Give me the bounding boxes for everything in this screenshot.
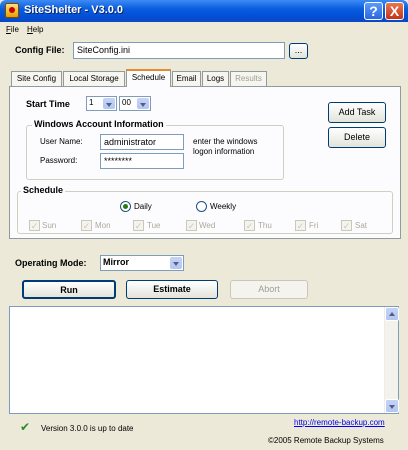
password-input[interactable]: ******** (100, 153, 184, 169)
schedule-group-legend: Schedule (21, 185, 66, 195)
add-task-button[interactable]: Add Task (328, 102, 386, 123)
day-label-sat: Sat (355, 221, 368, 230)
chevron-down-icon (170, 257, 182, 269)
weekly-label: Weekly (210, 202, 237, 211)
close-icon[interactable]: X (385, 2, 404, 20)
scroll-up-icon[interactable] (385, 307, 399, 321)
window-title: SiteShelter - V3.0.0 (24, 4, 124, 16)
password-label: Password: (40, 156, 78, 165)
tab-results[interactable]: Results (230, 71, 267, 86)
copyright: ©2005 Remote Backup Systems (268, 436, 384, 445)
tab-site-config[interactable]: Site Config (11, 71, 62, 86)
day-label-mon: Mon (95, 221, 111, 230)
chevron-down-icon (103, 98, 115, 109)
username-label: User Name: (40, 137, 83, 146)
start-hour-select[interactable]: 1 (86, 96, 117, 111)
tab-schedule[interactable]: Schedule (126, 69, 171, 87)
weekly-radio[interactable] (196, 201, 207, 212)
operating-mode-label: Operating Mode: (15, 258, 87, 268)
day-label-sun: Sun (42, 221, 57, 230)
day-checkbox-sun[interactable]: ✓ (29, 220, 40, 231)
operating-mode-select[interactable]: Mirror (100, 255, 184, 271)
day-checkbox-thu[interactable]: ✓ (244, 220, 255, 231)
menu-help[interactable]: Help (27, 25, 43, 34)
day-checkbox-sat[interactable]: ✓ (341, 220, 352, 231)
account-group-legend: Windows Account Information (32, 119, 166, 129)
start-time-label: Start Time (26, 99, 70, 109)
config-file-label: Config File: (15, 45, 65, 55)
day-label-tue: Tue (147, 221, 161, 230)
tab-email[interactable]: Email (172, 71, 201, 86)
vertical-scrollbar[interactable] (384, 307, 399, 413)
browse-button[interactable]: ... (289, 43, 308, 59)
delete-button[interactable]: Delete (328, 127, 386, 148)
operating-mode-value: Mirror (103, 257, 130, 267)
abort-button[interactable]: Abort (230, 280, 308, 299)
start-minute-select[interactable]: 00 (119, 96, 151, 111)
start-hour-value: 1 (89, 98, 94, 107)
checkmark-icon: ✔ (20, 420, 31, 434)
scroll-down-icon[interactable] (385, 399, 399, 413)
tab-logs[interactable]: Logs (202, 71, 229, 86)
day-label-wed: Wed (199, 221, 216, 230)
version-status: Version 3.0.0 is up to date (41, 424, 134, 433)
config-file-input[interactable]: SiteConfig.ini (73, 42, 285, 59)
day-label-fri: Fri (309, 221, 319, 230)
app-icon (5, 3, 19, 18)
account-hint-line1: enter the windows (193, 137, 258, 146)
daily-label: Daily (134, 202, 152, 211)
daily-radio[interactable] (120, 201, 131, 212)
username-input[interactable]: administrator (100, 134, 184, 150)
start-minute-value: 00 (122, 98, 131, 107)
chevron-down-icon (137, 98, 149, 109)
tab-local-storage[interactable]: Local Storage (63, 71, 125, 86)
day-checkbox-mon[interactable]: ✓ (81, 220, 92, 231)
estimate-button[interactable]: Estimate (126, 280, 218, 299)
output-log[interactable] (9, 306, 399, 414)
website-link[interactable]: http://remote-backup.com (294, 418, 385, 427)
run-button[interactable]: Run (22, 280, 116, 299)
menu-file[interactable]: File (6, 25, 19, 34)
day-checkbox-fri[interactable]: ✓ (295, 220, 306, 231)
help-icon[interactable]: ? (364, 2, 383, 20)
day-checkbox-tue[interactable]: ✓ (133, 220, 144, 231)
day-label-thu: Thu (258, 221, 272, 230)
day-checkbox-wed[interactable]: ✓ (186, 220, 197, 231)
account-hint-line2: logon information (193, 147, 255, 156)
